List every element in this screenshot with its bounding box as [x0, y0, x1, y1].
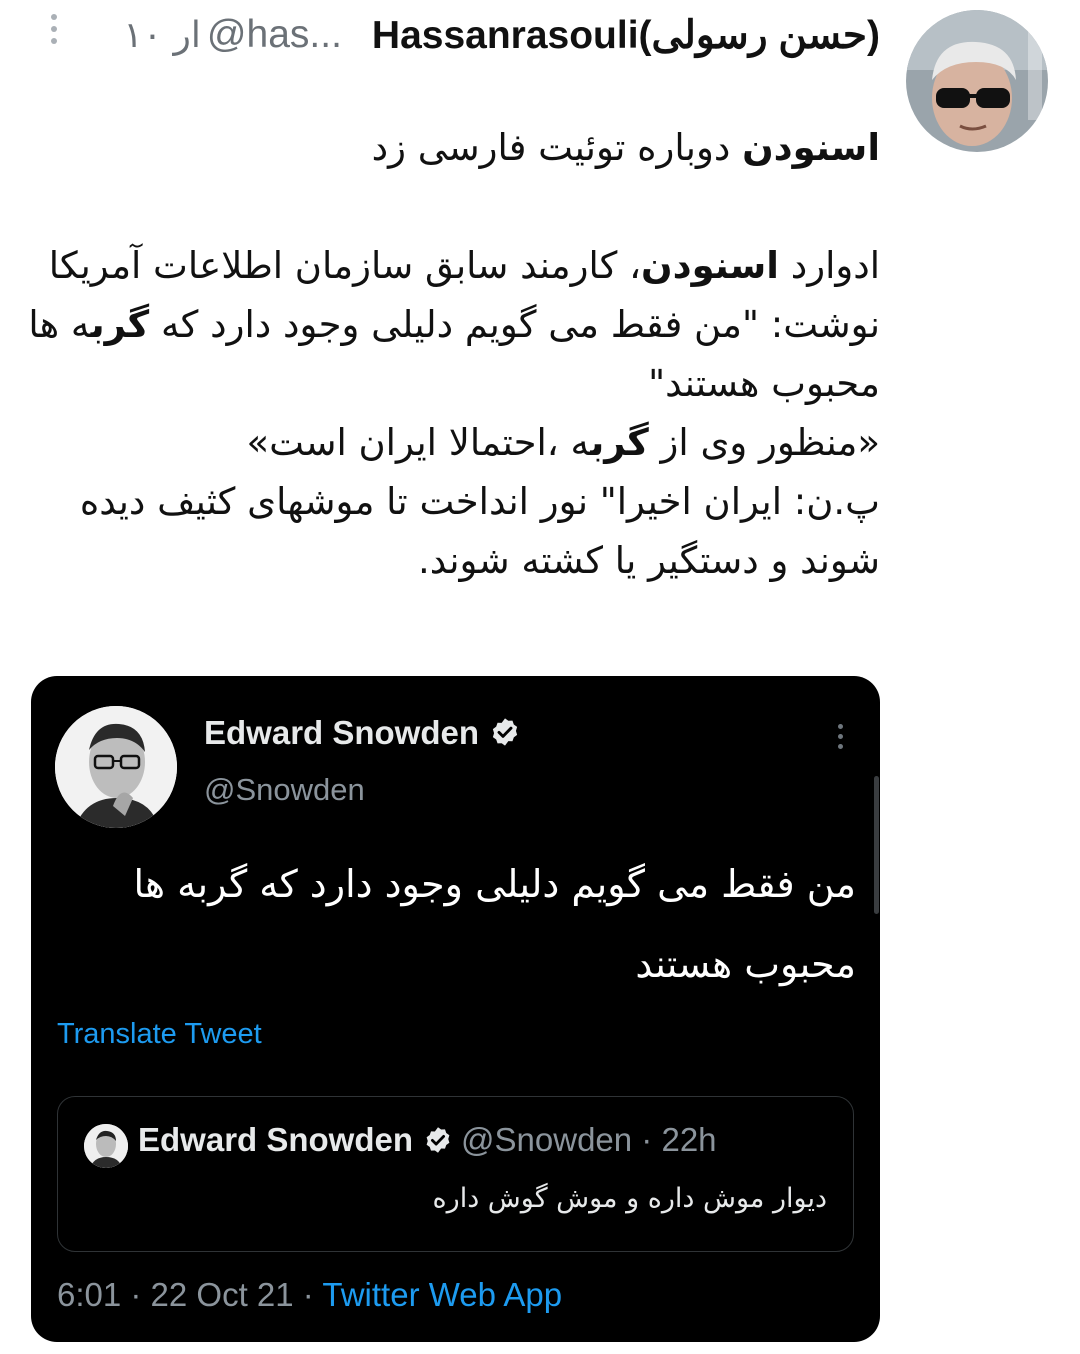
- tweet-paragraph: پ.ن: ایران اخیرا" نور انداخت تا موشهای ک…: [20, 472, 880, 590]
- embedded-tweet-image[interactable]: Edward Snowden @Snowden من فقط می گویم د…: [31, 676, 880, 1342]
- text-run: ه ،احتمالا ایران است»: [246, 421, 591, 464]
- tweet-paragraph: «منظور وی از گربه ،احتمالا ایران است»: [20, 413, 881, 472]
- author-avatar[interactable]: [906, 10, 1048, 152]
- text-run: پ.ن: ایران اخیرا" نور انداخت تا موشهای ک…: [79, 480, 880, 582]
- scroll-indicator: [874, 776, 879, 914]
- embed-display-name: Edward Snowden: [204, 714, 521, 752]
- tweet-paragraph: اسنودن دوباره توئیت فارسی زد: [20, 118, 880, 177]
- bold-word: گرب: [90, 303, 150, 346]
- quoted-header: Edward Snowden @Snowden · 22h: [138, 1121, 717, 1159]
- embed-tweet-text: من فقط می گویم دلیلی وجود دارد که گربه ه…: [133, 862, 856, 986]
- text-run: دوباره توئیت فارسی زد: [371, 126, 743, 169]
- tweet-timestamp[interactable]: ۱۰ ار: [123, 15, 201, 56]
- more-vertical-icon[interactable]: [44, 14, 64, 50]
- snowden-avatar: [55, 706, 177, 828]
- quoted-name: Edward Snowden: [138, 1121, 414, 1158]
- more-vertical-icon: [835, 724, 845, 754]
- embed-name-text: Edward Snowden: [204, 714, 480, 751]
- bold-word: گرب: [590, 421, 649, 464]
- embed-timestamp: 6:01 · 22 Oct 21 ·: [57, 1276, 314, 1313]
- author-handle[interactable]: @has...: [207, 13, 342, 57]
- bold-word: اسنودن: [641, 244, 779, 287]
- bold-word: اسنودن: [742, 126, 880, 169]
- embed-footer: 6:01 · 22 Oct 21 · Twitter Web App: [57, 1276, 562, 1314]
- verified-badge-icon: [426, 1127, 450, 1153]
- translate-tweet-link: Translate Tweet: [57, 1018, 262, 1050]
- text-run: ادوارد: [778, 244, 880, 287]
- tweet-text: اسنودن دوباره توئیت فارسی زد ادوارد اسنو…: [20, 118, 880, 590]
- author-display-name[interactable]: Hassanrasouli(حسن رسولی): [372, 13, 880, 58]
- author-header: Hassanrasouli(حسن رسولی) @has... ۱۰ ار: [123, 10, 880, 60]
- quoted-avatar: [84, 1124, 128, 1168]
- tweet-paragraph: ادوارد اسنودن، کارمند سابق سازمان اطلاعا…: [20, 236, 880, 413]
- quoted-meta: @Snowden · 22h: [461, 1121, 717, 1158]
- embed-handle: @Snowden: [204, 772, 365, 807]
- text-run: «منظور وی از: [648, 421, 880, 464]
- embed-source: Twitter Web App: [322, 1276, 563, 1313]
- quoted-text: دیوار موش داره و موش گوش داره: [432, 1183, 827, 1214]
- verified-badge-icon: [492, 718, 518, 746]
- quoted-tweet: Edward Snowden @Snowden · 22h دیوار موش د…: [57, 1096, 854, 1252]
